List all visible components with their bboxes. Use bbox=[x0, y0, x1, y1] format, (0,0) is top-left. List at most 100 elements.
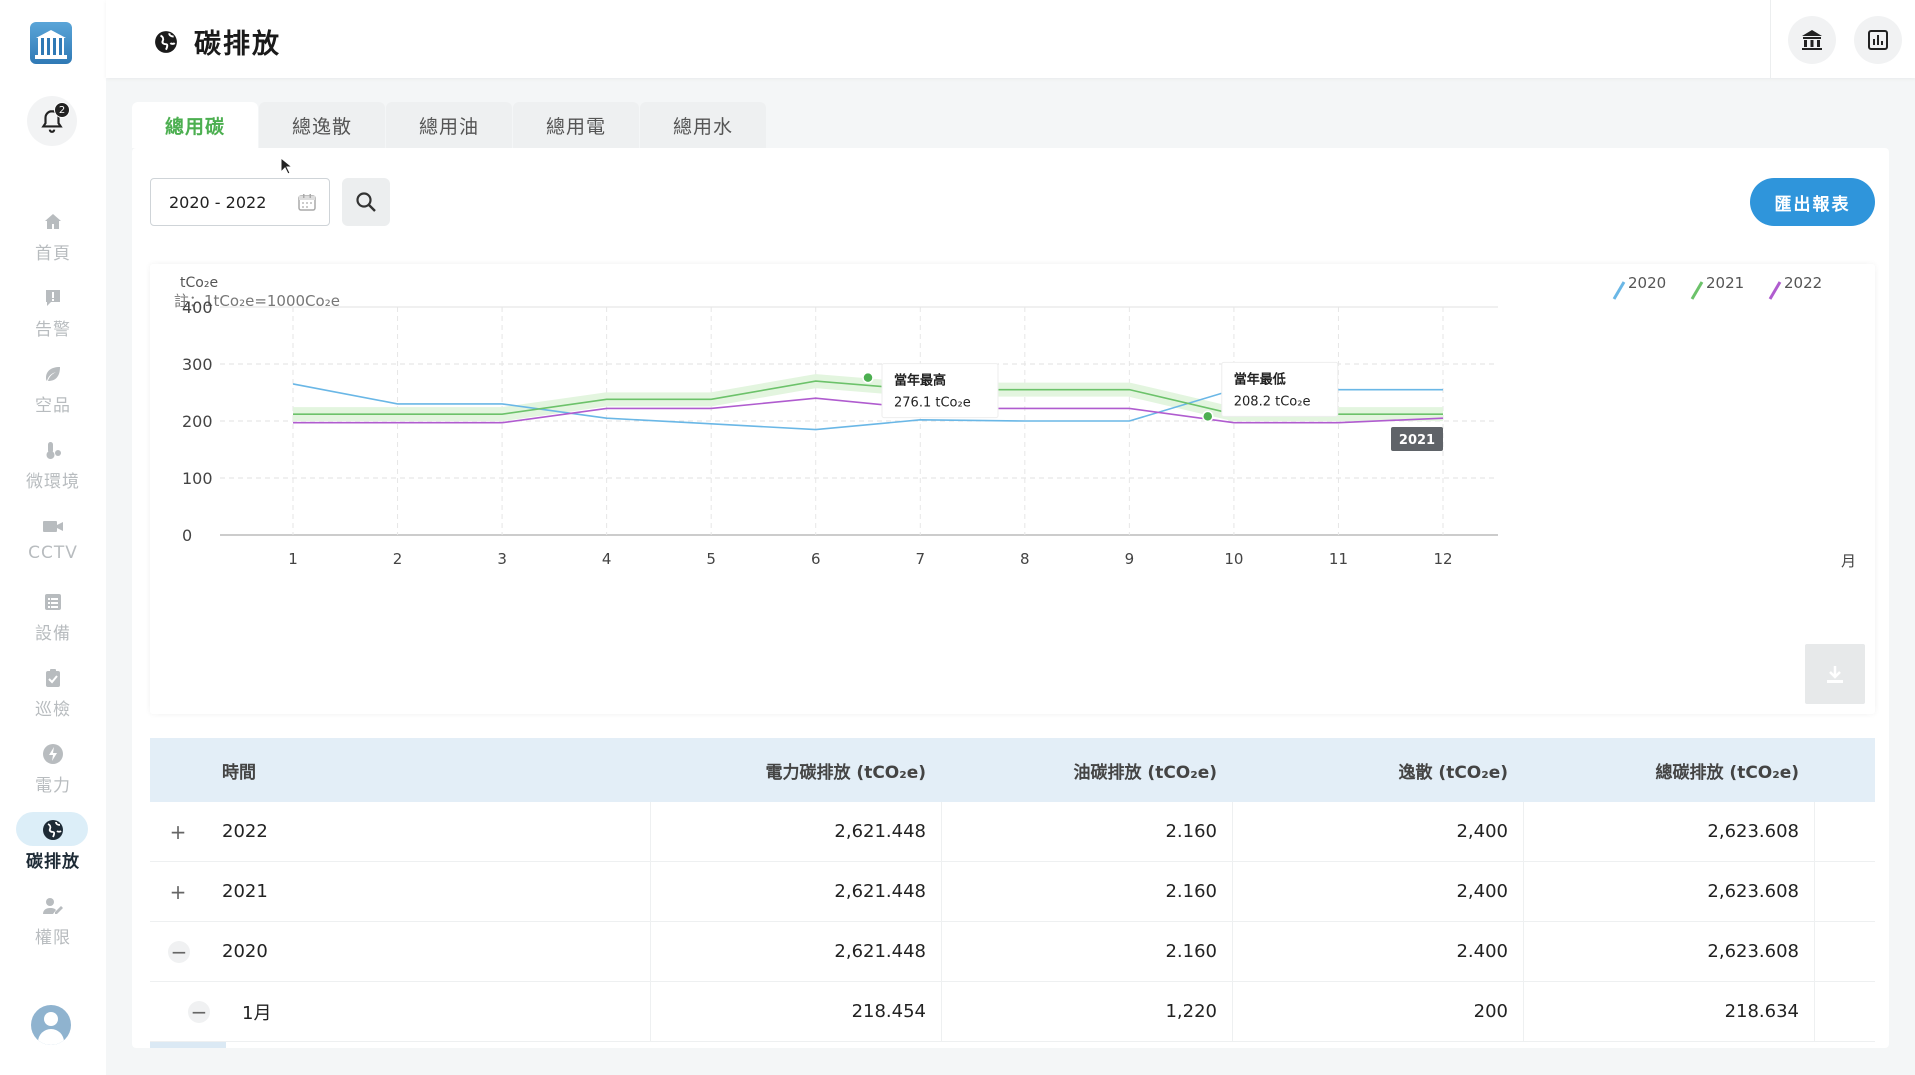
cell-total: 2,623.608 bbox=[1523, 862, 1814, 921]
sidebar-item-label: 首頁 bbox=[35, 244, 71, 264]
annotation-value: 208.2 tCo₂e bbox=[1234, 394, 1311, 409]
globe-icon bbox=[41, 818, 65, 842]
cell-total: 2,623.608 bbox=[1523, 922, 1814, 981]
bar-chart-icon bbox=[1868, 30, 1888, 50]
app-logo[interactable] bbox=[30, 22, 72, 64]
tab-total-electricity[interactable]: 總用電 bbox=[513, 102, 639, 148]
x-tick-label: 7 bbox=[915, 550, 925, 568]
tab-total-fugitive[interactable]: 總逸散 bbox=[259, 102, 385, 148]
legend-label: 2022 bbox=[1784, 274, 1822, 292]
mouse-cursor-icon bbox=[280, 157, 292, 175]
legend-label: 2021 bbox=[1706, 274, 1744, 292]
sidebar-item-alerts[interactable]: 告警 bbox=[0, 286, 106, 350]
y-tick-label: 400 bbox=[182, 298, 213, 317]
camera-icon bbox=[41, 514, 65, 538]
table-row[interactable]: + 2022 2,621.448 2.160 2,400 2,623.608 bbox=[150, 802, 1875, 862]
sidebar-item-power[interactable]: 電力 bbox=[0, 742, 106, 806]
sidebar-item-home[interactable]: 首頁 bbox=[0, 210, 106, 274]
report-chart-button[interactable] bbox=[1854, 16, 1902, 64]
x-tick-label: 3 bbox=[497, 550, 507, 568]
cell-oil: 1,220 bbox=[941, 982, 1232, 1041]
sidebar-item-label: 權限 bbox=[35, 928, 71, 948]
user-key-icon bbox=[41, 894, 65, 918]
home-icon bbox=[41, 210, 65, 234]
download-icon bbox=[1827, 666, 1843, 683]
y-tick-label: 0 bbox=[182, 526, 192, 545]
column-header-time: 時間 bbox=[222, 762, 256, 783]
table-header: 時間 電力碳排放 (tCO₂e) 油碳排放 (tCO₂e) 逸散 (tCO₂e)… bbox=[150, 738, 1875, 802]
tab-total-water[interactable]: 總用水 bbox=[640, 102, 766, 148]
annotation-point bbox=[1202, 410, 1214, 423]
cell-total: 2,623.608 bbox=[1523, 802, 1814, 861]
tab-total-carbon[interactable]: 總用碳 bbox=[132, 102, 258, 148]
y-axis-label: tCo₂e bbox=[180, 275, 218, 291]
column-header-fugitive: 逸散 (tCO₂e) bbox=[1398, 762, 1509, 783]
cell-total: 218.634 bbox=[1523, 982, 1814, 1041]
cell-oil: 2.160 bbox=[941, 802, 1232, 861]
thermometer-icon bbox=[41, 438, 65, 462]
search-button[interactable] bbox=[342, 178, 390, 226]
expand-plus-icon[interactable]: + bbox=[168, 880, 188, 904]
y-tick-label: 200 bbox=[182, 412, 213, 431]
cell-oil: 2.160 bbox=[941, 862, 1232, 921]
building-icon bbox=[1802, 30, 1822, 50]
annotation-title: 當年最高 bbox=[894, 373, 946, 389]
table-row[interactable]: − 2020 2,621.448 2.160 2.400 2,623.608 bbox=[150, 922, 1875, 982]
row-time: 2022 bbox=[222, 821, 268, 842]
x-tick-label: 8 bbox=[1020, 550, 1030, 568]
export-report-button[interactable]: 匯出報表 bbox=[1750, 178, 1875, 226]
column-header-total: 總碳排放 (tCO₂e) bbox=[1655, 762, 1800, 783]
legend-swatch-2022 bbox=[1768, 281, 1782, 300]
y-tick-label: 100 bbox=[182, 469, 213, 488]
x-tick-label: 6 bbox=[811, 550, 821, 568]
x-tick-label: 2 bbox=[393, 550, 403, 568]
page-header: 碳排放 bbox=[106, 0, 1915, 78]
sidebar-item-inspection[interactable]: 巡檢 bbox=[0, 666, 106, 730]
sidebar-item-cctv[interactable]: CCTV bbox=[0, 514, 106, 578]
table-row[interactable]: − 1月 218.454 1,220 200 218.634 bbox=[150, 982, 1875, 1042]
sidebar-item-equipment[interactable]: 設備 bbox=[0, 590, 106, 654]
alert-icon bbox=[41, 286, 65, 310]
collapse-minus-icon[interactable]: − bbox=[168, 940, 190, 964]
lightning-icon bbox=[41, 742, 65, 766]
collapse-minus-icon[interactable]: − bbox=[188, 1000, 210, 1024]
sidebar-item-label: 設備 bbox=[35, 624, 71, 644]
notification-badge: 2 bbox=[54, 102, 70, 118]
x-tick-label: 1 bbox=[288, 550, 298, 568]
cell-fugitive: 2,400 bbox=[1232, 862, 1523, 921]
sidebar-item-label: 空品 bbox=[35, 396, 71, 416]
calendar-icon[interactable] bbox=[297, 192, 317, 212]
building-button[interactable] bbox=[1788, 16, 1836, 64]
cell-fugitive: 200 bbox=[1232, 982, 1523, 1041]
user-avatar[interactable] bbox=[31, 1005, 71, 1045]
sidebar-item-micro-environment[interactable]: 微環境 bbox=[0, 438, 106, 502]
notification-button[interactable]: 2 bbox=[27, 96, 77, 146]
cell-power: 218.454 bbox=[650, 982, 941, 1041]
page-title: 碳排放 bbox=[194, 29, 281, 60]
sidebar-item-label: 告警 bbox=[35, 320, 71, 340]
cell-fugitive: 2,400 bbox=[1232, 802, 1523, 861]
legend-swatch-2020 bbox=[1612, 281, 1626, 300]
column-header-oil: 油碳排放 (tCO₂e) bbox=[1073, 762, 1218, 783]
expand-plus-icon[interactable]: + bbox=[168, 820, 188, 844]
sidebar: 2 首頁 告警 空品 微環境 CCTV 設備 巡檢 電力 碳排放 權限 bbox=[0, 0, 106, 1075]
checklist-icon bbox=[41, 666, 65, 690]
tab-total-oil[interactable]: 總用油 bbox=[386, 102, 512, 148]
scroll-indicator bbox=[150, 1042, 226, 1048]
legend-label: 2020 bbox=[1628, 274, 1666, 292]
x-tick-label: 4 bbox=[602, 550, 612, 568]
sidebar-item-air-quality[interactable]: 空品 bbox=[0, 362, 106, 426]
cell-oil: 2.160 bbox=[941, 922, 1232, 981]
annotation-value: 276.1 tCo₂e bbox=[894, 396, 971, 411]
sidebar-item-label: 微環境 bbox=[26, 472, 80, 492]
cell-power: 2,621.448 bbox=[650, 862, 941, 921]
sidebar-item-label: CCTV bbox=[28, 543, 78, 563]
download-chart-button[interactable] bbox=[1805, 644, 1865, 704]
x-axis-label: 月 bbox=[1841, 552, 1856, 570]
cell-fugitive: 2.400 bbox=[1232, 922, 1523, 981]
date-range-input[interactable]: 2020 - 2022 bbox=[150, 178, 330, 226]
table-row[interactable]: + 2021 2,621.448 2.160 2,400 2,623.608 bbox=[150, 862, 1875, 922]
sidebar-item-carbon-emission[interactable]: 碳排放 bbox=[0, 812, 106, 882]
x-tick-label: 5 bbox=[706, 550, 716, 568]
sidebar-item-permissions[interactable]: 權限 bbox=[0, 894, 106, 958]
